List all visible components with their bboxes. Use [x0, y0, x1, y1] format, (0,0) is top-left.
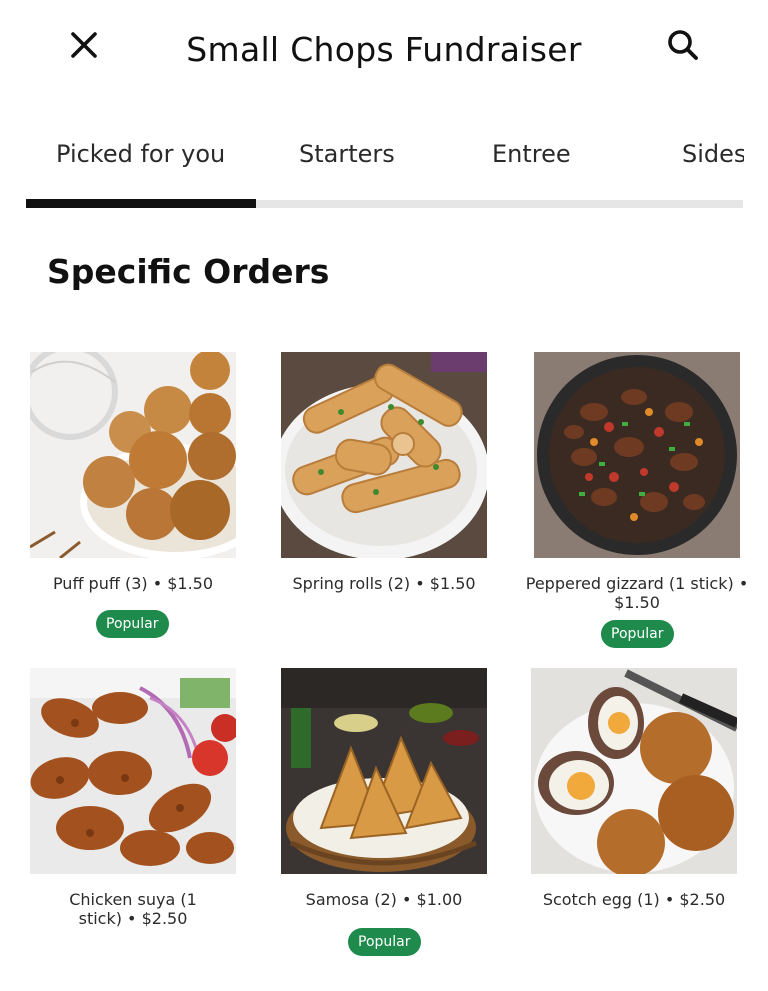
section-title: Specific Orders: [47, 252, 330, 291]
tab-sides[interactable]: Sides: [682, 140, 744, 168]
item-label: Samosa (2) • $1.00: [305, 890, 463, 909]
scotch-egg-photo[interactable]: [531, 668, 737, 874]
item-label: Spring rolls (2) • $1.50: [292, 574, 476, 593]
top-bar: Small Chops Fundraiser: [0, 0, 768, 100]
active-tab-indicator: [26, 199, 256, 208]
item-label: Scotch egg (1) • $2.50: [542, 890, 726, 909]
popular-badge: Popular: [601, 620, 674, 648]
popular-badge: Popular: [96, 610, 169, 638]
chicken-suya-photo[interactable]: [30, 668, 236, 874]
item-label: Peppered gizzard (1 stick) • $1.50: [525, 574, 749, 612]
page-title: Small Chops Fundraiser: [186, 30, 582, 69]
puff-puff-photo[interactable]: [30, 352, 236, 558]
category-tabs: Picked for you Starters Entree Sides: [0, 128, 768, 178]
item-label: Chicken suya (1 stick) • $2.50: [69, 890, 197, 928]
popular-badge: Popular: [348, 928, 421, 956]
search-icon: [668, 30, 698, 60]
search-button[interactable]: [659, 21, 707, 69]
tab-starters[interactable]: Starters: [299, 140, 395, 168]
spring-rolls-photo[interactable]: [281, 352, 487, 558]
peppered-gizzard-photo[interactable]: [534, 352, 740, 558]
item-label: Puff puff (3) • $1.50: [52, 574, 214, 593]
tab-entree[interactable]: Entree: [492, 140, 571, 168]
samosa-photo[interactable]: [281, 668, 487, 874]
tab-picked-for-you[interactable]: Picked for you: [56, 140, 225, 168]
